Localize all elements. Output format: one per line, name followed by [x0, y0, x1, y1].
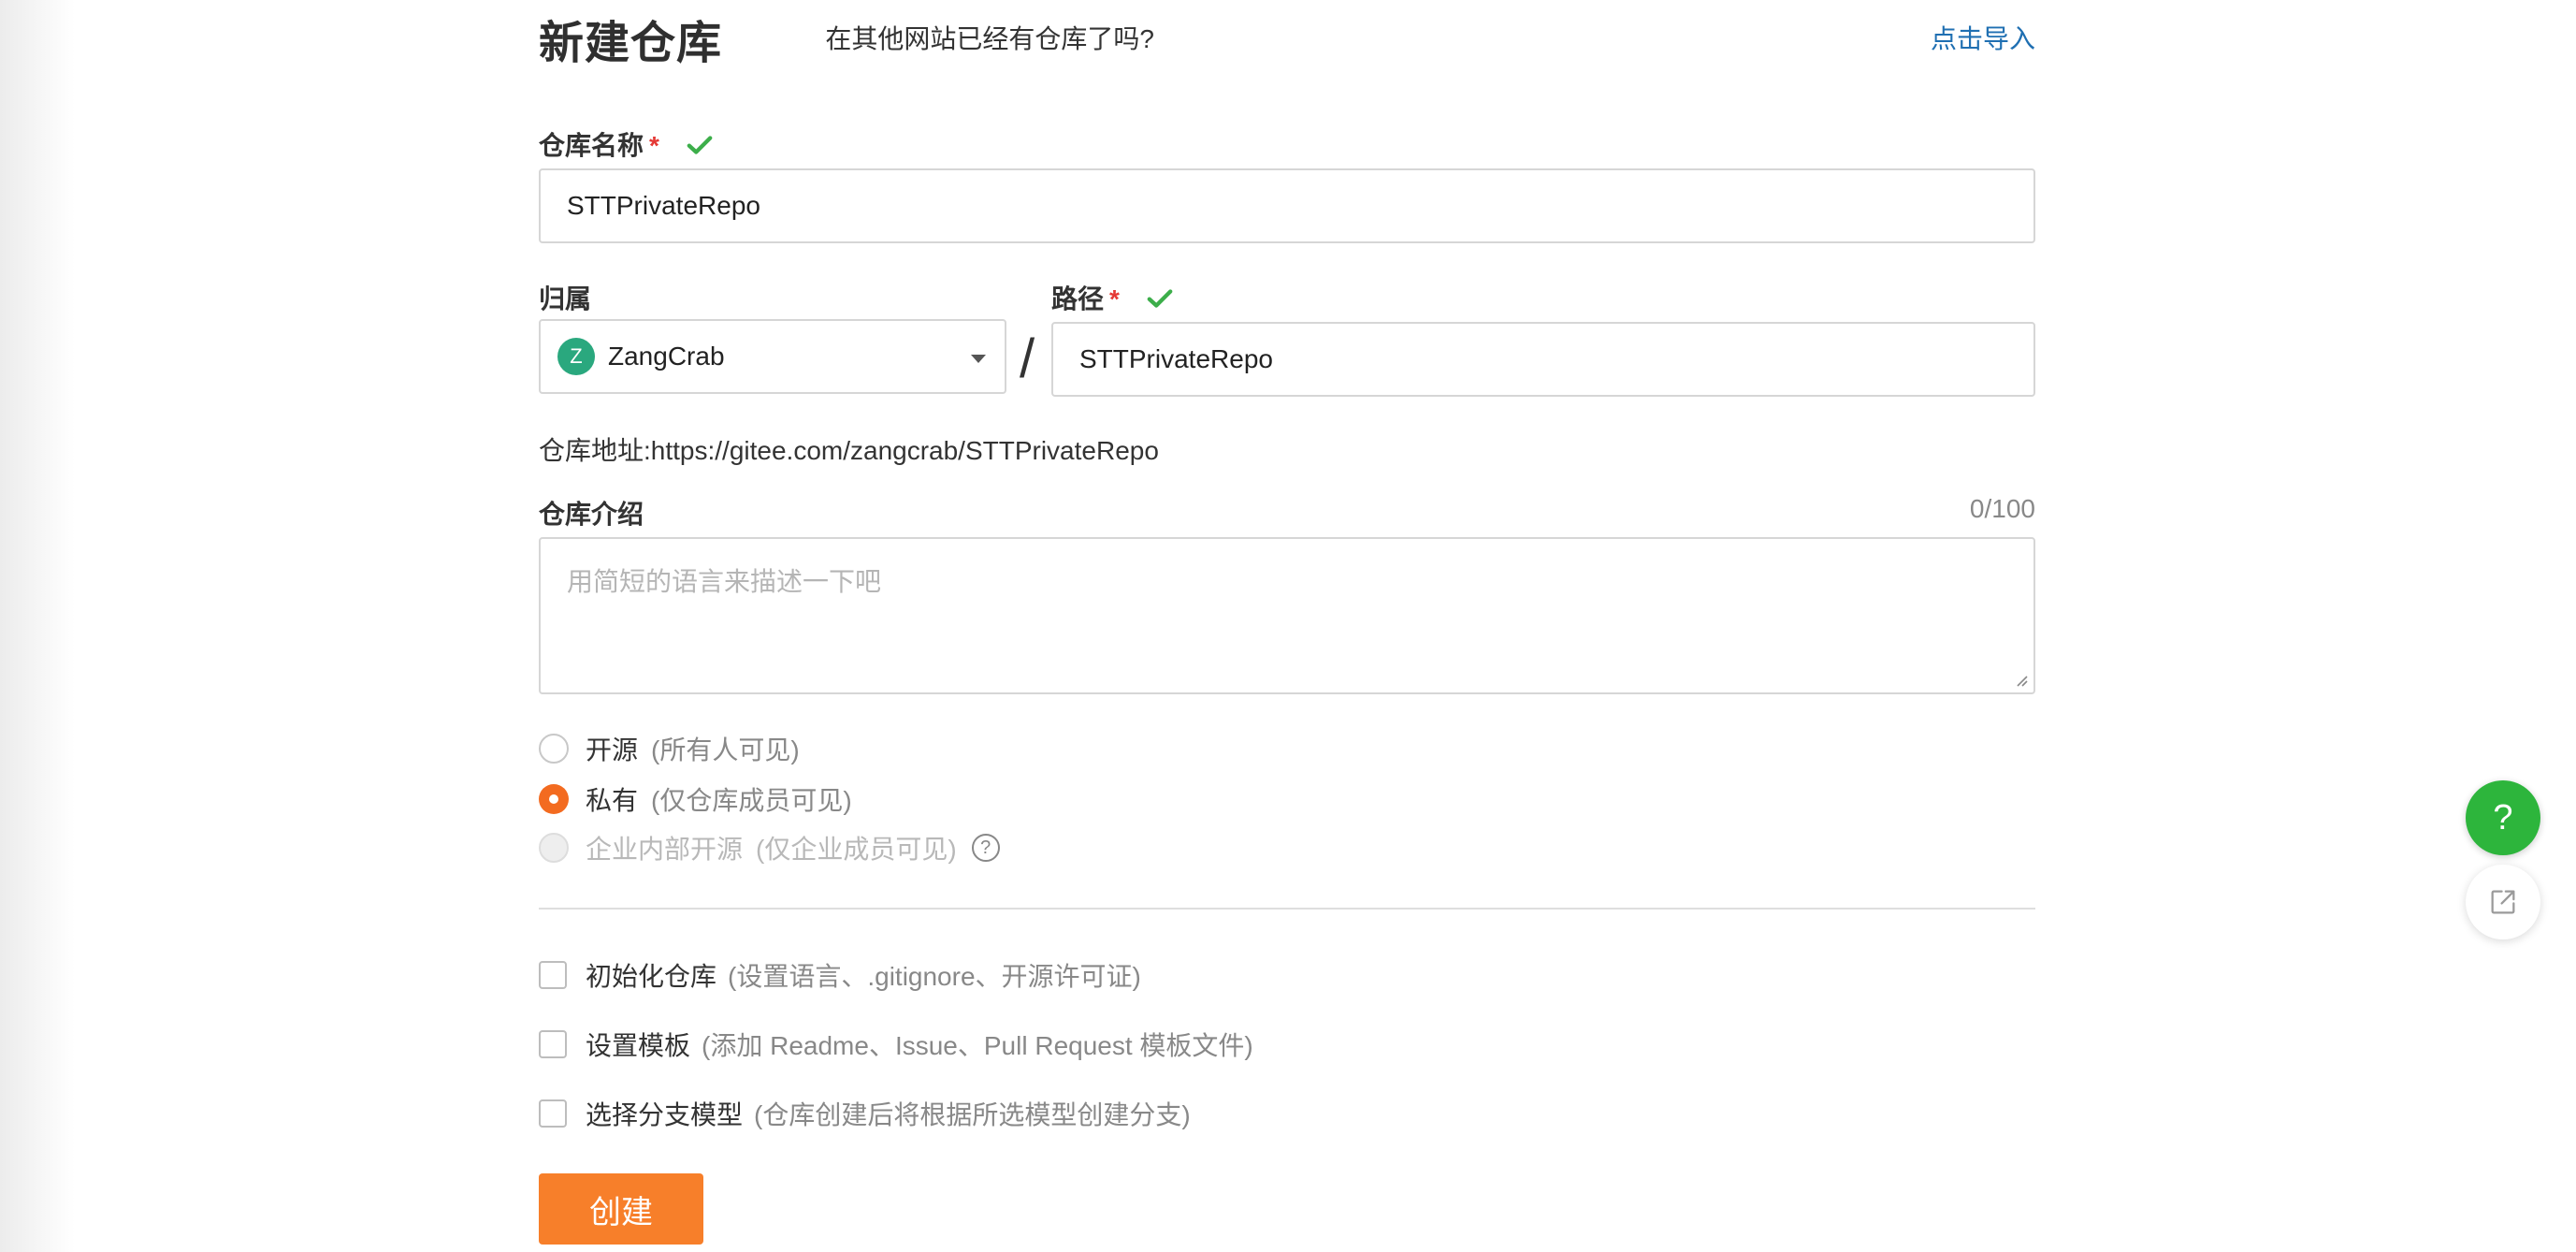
valid-check-icon [687, 135, 713, 154]
share-button[interactable] [2466, 865, 2540, 939]
required-mark: * [649, 131, 659, 160]
checkbox-hint: (仓库创建后将根据所选模型创建分支) [754, 1100, 1191, 1129]
checkbox-hint: (添加 Readme、Issue、Pull Request 模板文件) [702, 1031, 1253, 1060]
radio-hint: (仅企业成员可见) [756, 835, 957, 864]
visibility-option-enterprise: 企业内部开源 (仅企业成员可见) ? [539, 829, 1000, 866]
repo-name-value: STTPrivateRepo [567, 191, 760, 220]
radio-label: 开源 [586, 735, 639, 764]
radio-label: 企业内部开源 [586, 835, 744, 864]
import-question: 在其他网站已经有仓库了吗? [825, 24, 1154, 53]
checkbox-label: 初始化仓库 [586, 962, 717, 991]
owner-label: 归属 [539, 284, 592, 313]
checkbox[interactable] [539, 1030, 567, 1058]
visibility-option-private[interactable]: 私有 (仅仓库成员可见) [539, 780, 852, 818]
description-placeholder: 用简短的语言来描述一下吧 [567, 567, 882, 596]
resize-handle-icon[interactable] [2013, 672, 2028, 687]
path-value: STTPrivateRepo [1079, 344, 1273, 373]
checkbox[interactable] [539, 1099, 567, 1128]
required-mark: * [1109, 284, 1120, 313]
page-left-shadow [0, 0, 75, 1252]
checkbox-label: 选择分支模型 [586, 1100, 744, 1129]
path-separator: / [1020, 328, 1035, 389]
repo-name-input[interactable]: STTPrivateRepo [539, 168, 2035, 243]
radio-hint: (仅仓库成员可见) [651, 786, 852, 815]
help-fab-button[interactable]: ? [2466, 780, 2540, 855]
question-circle-icon[interactable]: ? [971, 834, 1000, 862]
option-set-template[interactable]: 设置模板 (添加 Readme、Issue、Pull Request 模板文件) [539, 1026, 1253, 1063]
section-divider [539, 908, 2035, 910]
repo-address: 仓库地址:https://gitee.com/zangcrab/STTPriva… [539, 436, 1159, 465]
option-init-repo[interactable]: 初始化仓库 (设置语言、.gitignore、开源许可证) [539, 956, 1141, 994]
path-input[interactable]: STTPrivateRepo [1051, 322, 2035, 397]
chevron-down-icon [971, 355, 986, 363]
description-counter: 0/100 [1969, 494, 2035, 523]
owner-select[interactable]: Z ZangCrab [539, 319, 1006, 394]
radio-label: 私有 [586, 786, 639, 815]
share-icon [2491, 890, 2515, 914]
repo-name-label-text: 仓库名称 [539, 131, 644, 160]
page-title: 新建仓库 [539, 19, 723, 68]
repo-name-label: 仓库名称 * [539, 125, 714, 163]
checkbox-hint: (设置语言、.gitignore、开源许可证) [728, 962, 1141, 991]
radio-button[interactable] [539, 734, 569, 764]
description-label: 仓库介绍 [539, 500, 644, 529]
checkbox[interactable] [539, 961, 567, 989]
owner-selected-value: ZangCrab [608, 342, 725, 371]
path-label: 路径 * [1051, 279, 1174, 316]
radio-button-disabled [539, 833, 569, 863]
radio-hint: (所有人可见) [651, 735, 800, 764]
valid-check-icon [1147, 288, 1173, 308]
path-label-text: 路径 [1051, 284, 1105, 313]
checkbox-label: 设置模板 [586, 1031, 691, 1060]
import-link[interactable]: 点击导入 [1931, 19, 2035, 56]
visibility-option-public[interactable]: 开源 (所有人可见) [539, 730, 800, 767]
description-textarea[interactable]: 用简短的语言来描述一下吧 [539, 537, 2035, 694]
radio-button-selected[interactable] [539, 784, 569, 814]
option-branch-model[interactable]: 选择分支模型 (仓库创建后将根据所选模型创建分支) [539, 1095, 1191, 1132]
create-button[interactable]: 创建 [539, 1173, 703, 1245]
avatar: Z [557, 338, 595, 375]
